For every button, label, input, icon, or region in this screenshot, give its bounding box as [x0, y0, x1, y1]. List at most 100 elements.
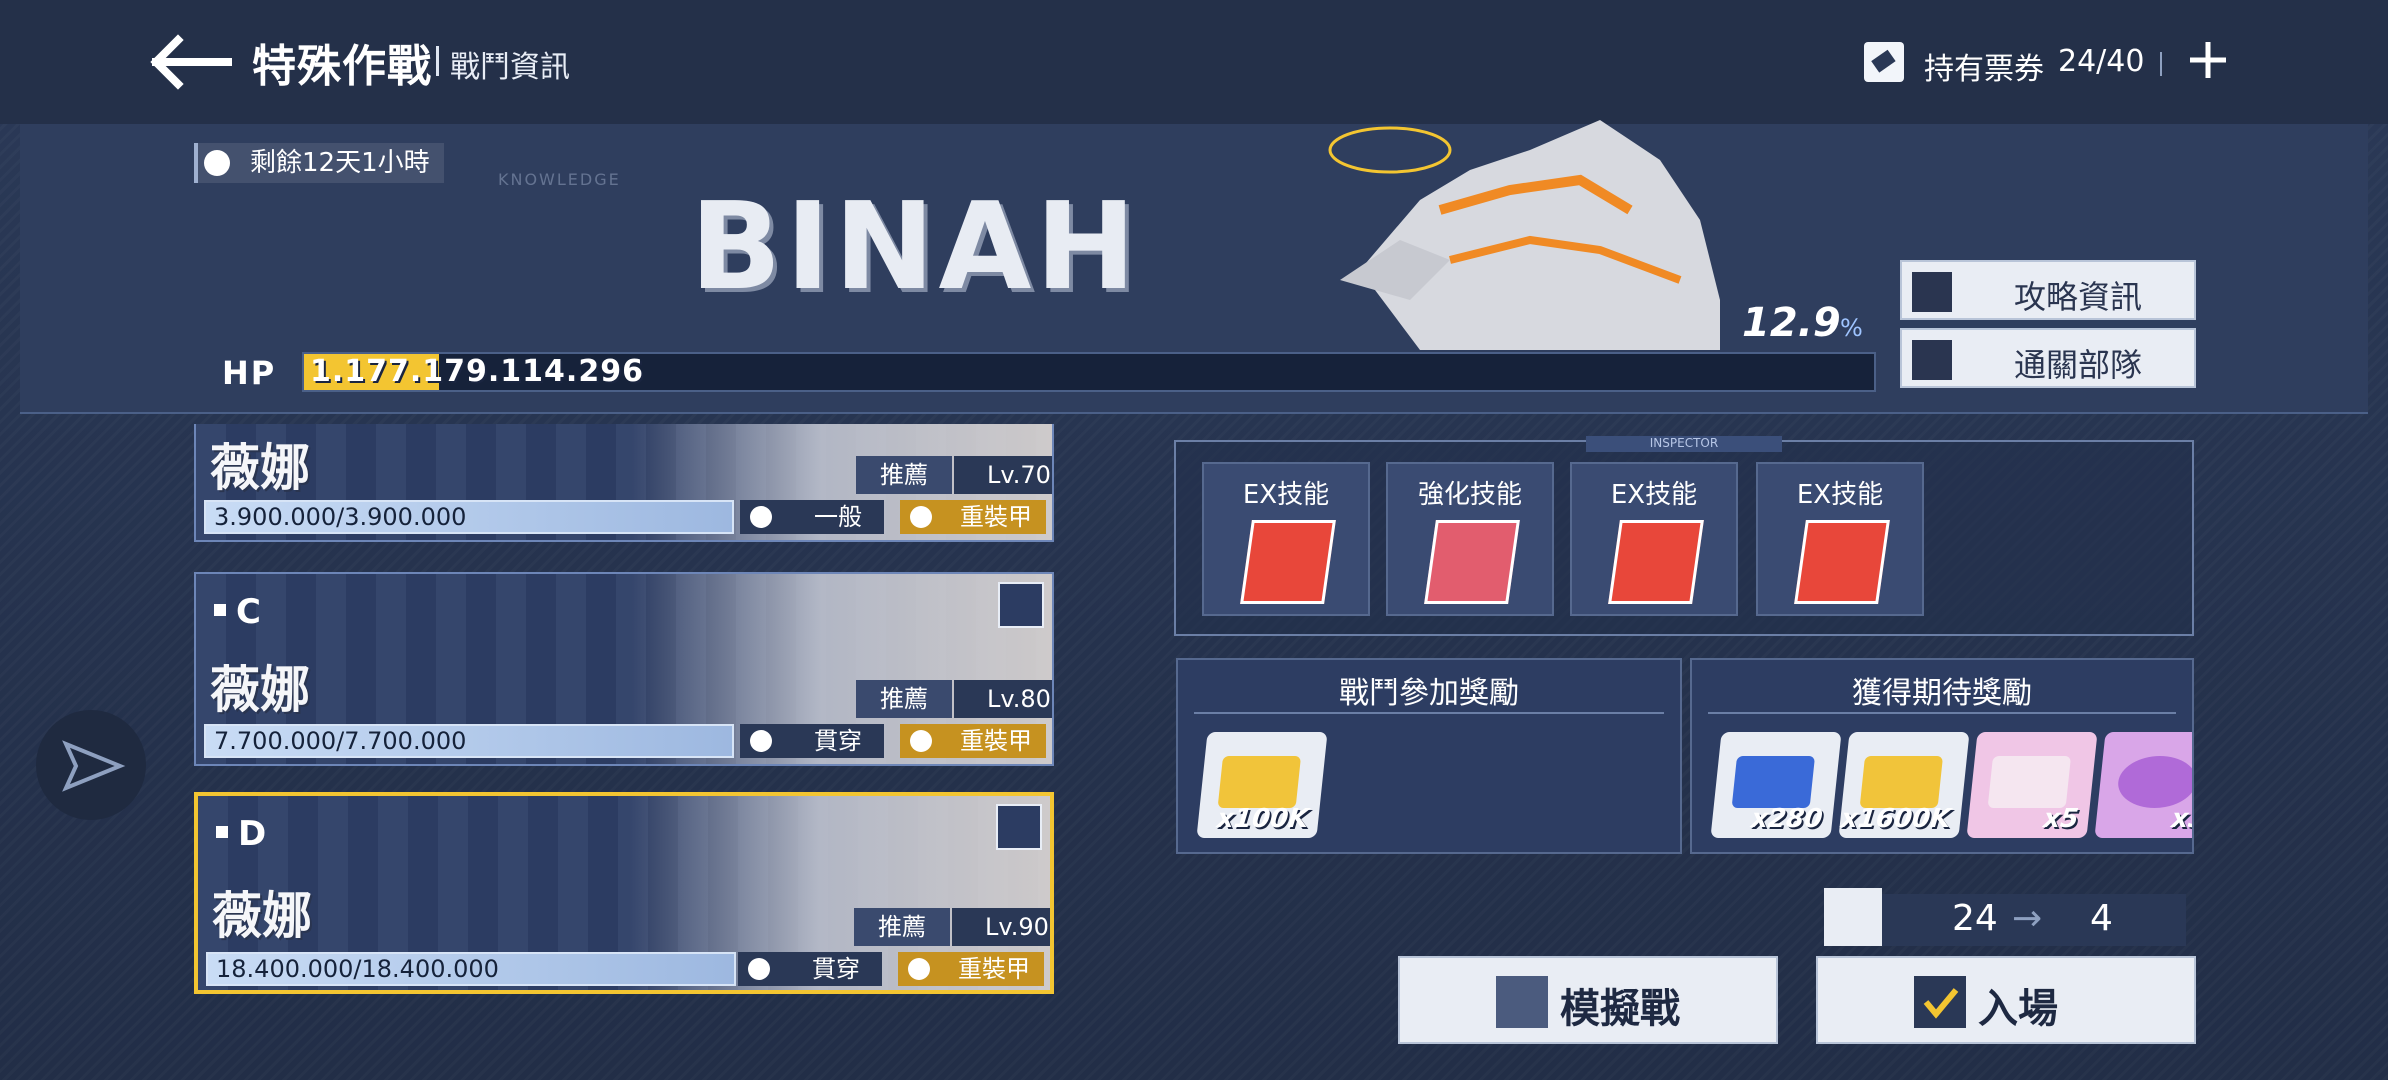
recommend-label: 推薦	[854, 908, 950, 946]
boss-hp-percent-unit: %	[1840, 314, 1863, 342]
sword-icon	[750, 506, 772, 528]
page-subtitle: 戰鬥資訊	[450, 50, 570, 85]
reward-qty: x5	[2041, 804, 2081, 834]
difficulty-boss-name: 薇娜	[210, 661, 310, 719]
share-icon[interactable]	[36, 710, 146, 820]
reward-item[interactable]: x280	[1710, 732, 1842, 838]
difficulty-hp: 3.900.000/3.900.000	[204, 500, 734, 534]
boss-name: BINAH	[690, 178, 1140, 317]
ticket-before: 24	[1952, 898, 1998, 939]
expected-reward-panel: 獲得期待獎勵 x280 x1600K x5 x3	[1690, 658, 2194, 854]
shield-icon	[908, 958, 930, 980]
armor-type: 重裝甲	[898, 952, 1044, 986]
ticket-icon	[1824, 888, 1882, 946]
ticket-label: 持有票券	[1924, 52, 2044, 87]
add-ticket-button[interactable]	[2184, 36, 2232, 84]
simulation-label: 模擬戰	[1560, 986, 1680, 1032]
view-image-icon[interactable]	[998, 582, 1044, 628]
enter-button[interactable]: 入場	[1816, 956, 2196, 1044]
clear-team-label: 通關部隊	[2013, 346, 2142, 384]
reward-item[interactable]: x100K	[1196, 732, 1328, 838]
skill-slot-1[interactable]: EX技能	[1202, 462, 1370, 616]
sword-icon	[750, 730, 772, 752]
missile-skill-icon	[1608, 520, 1704, 604]
difficulty-grade: C	[236, 592, 261, 632]
dice-icon	[1496, 976, 1548, 1028]
ticket-divider	[2160, 52, 2162, 76]
credit-card-icon	[1859, 756, 1944, 808]
ticket-count: 24/40	[2058, 44, 2145, 79]
boss-hp-percent: 12.9	[1742, 300, 1841, 346]
credit-card-icon	[1217, 756, 1302, 808]
title-divider	[436, 46, 439, 76]
skill-slot-2[interactable]: 強化技能	[1386, 462, 1554, 616]
grade-marker	[214, 604, 226, 616]
explosion-skill-icon	[1794, 520, 1890, 604]
reward-qty: x100K	[1215, 804, 1311, 834]
remaining-time: 剩餘12天1小時	[194, 143, 444, 183]
difficulty-grade: D	[238, 814, 267, 854]
recommend-level: Lv.80	[954, 680, 1052, 718]
blue-crystal-icon	[1731, 756, 1816, 808]
mask-skill-icon	[1424, 520, 1520, 604]
skill-type: EX技能	[1610, 480, 1698, 510]
difficulty-hp: 7.700.000/7.700.000	[204, 724, 734, 758]
grade-marker	[216, 826, 228, 838]
participation-reward-panel: 戰鬥參加獎勵 x100K	[1176, 658, 1682, 854]
divider	[1708, 712, 2176, 714]
divider	[1194, 712, 1664, 714]
reward-qty: x1600K	[1839, 804, 1953, 834]
attack-type: 一般	[740, 500, 884, 534]
page-title: 特殊作戰	[252, 41, 432, 92]
checkmark-icon	[1914, 976, 1966, 1028]
back-arrow-icon[interactable]	[148, 34, 232, 90]
view-image-icon[interactable]	[996, 804, 1042, 850]
skill-type: EX技能	[1796, 480, 1884, 510]
skill-type: EX技能	[1242, 480, 1330, 510]
expected-reward-title: 獲得期待獎勵	[1852, 676, 2032, 711]
reward-qty: x3	[2169, 804, 2194, 834]
skill-type: 強化技能	[1417, 480, 1522, 510]
recommend-label: 推薦	[856, 456, 952, 494]
shield-icon	[910, 506, 932, 528]
strategy-info-label: 攻略資訊	[2013, 278, 2142, 316]
skill-slot-4[interactable]: EX技能	[1756, 462, 1924, 616]
reward-item[interactable]: x3	[2094, 732, 2194, 838]
armor-type: 重裝甲	[900, 724, 1046, 758]
reward-item[interactable]: x1600K	[1838, 732, 1970, 838]
ticket-icon	[1864, 42, 1904, 82]
difficulty-card-d[interactable]: D 薇娜 推薦 Lv.90 18.400.000/18.400.000 貫穿 重…	[194, 792, 1054, 994]
inspector-label: INSPECTOR	[1586, 436, 1782, 452]
shield-icon	[910, 730, 932, 752]
clock-icon	[204, 150, 230, 176]
recommend-label: 推薦	[856, 680, 952, 718]
purple-orb-icon	[2115, 756, 2192, 808]
banner-watermark: KNOWLEDGE	[498, 170, 621, 189]
reward-item[interactable]: x5	[1966, 732, 2098, 838]
recommend-level: Lv.70	[954, 456, 1052, 494]
participation-reward-title: 戰鬥參加獎勵	[1339, 676, 1519, 711]
difficulty-hp: 18.400.000/18.400.000	[206, 952, 736, 986]
recommend-level: Lv.90	[952, 908, 1050, 946]
enter-label: 入場	[1978, 986, 2058, 1032]
clear-team-button[interactable]: 通關部隊	[1900, 328, 2196, 388]
difficulty-boss-name: 薇娜	[210, 439, 310, 497]
boss-dragon-art	[1300, 80, 1720, 350]
difficulty-card-b[interactable]: 薇娜 推薦 Lv.70 3.900.000/3.900.000 一般 重裝甲	[194, 424, 1054, 542]
armor-type: 重裝甲	[900, 500, 1046, 534]
boss-hp-value: 1.177.179.114.296	[310, 354, 644, 389]
burst-skill-icon	[1240, 520, 1336, 604]
hp-label: HP	[222, 354, 277, 392]
attack-type: 貫穿	[738, 952, 882, 986]
reward-qty: x280	[1749, 804, 1825, 834]
report-icon	[1987, 756, 2072, 808]
strategy-info-button[interactable]: 攻略資訊	[1900, 260, 2196, 320]
difficulty-boss-name: 薇娜	[212, 887, 312, 945]
sword-icon	[748, 958, 770, 980]
attack-type: 貫穿	[740, 724, 884, 758]
ticket-after: 4	[2090, 898, 2113, 939]
difficulty-card-c[interactable]: C 薇娜 推薦 Lv.80 7.700.000/7.700.000 貫穿 重裝甲	[194, 572, 1054, 766]
arrow-right-icon: →	[2012, 898, 2043, 939]
skill-slot-3[interactable]: EX技能	[1570, 462, 1738, 616]
simulation-button[interactable]: 模擬戰	[1398, 956, 1778, 1044]
